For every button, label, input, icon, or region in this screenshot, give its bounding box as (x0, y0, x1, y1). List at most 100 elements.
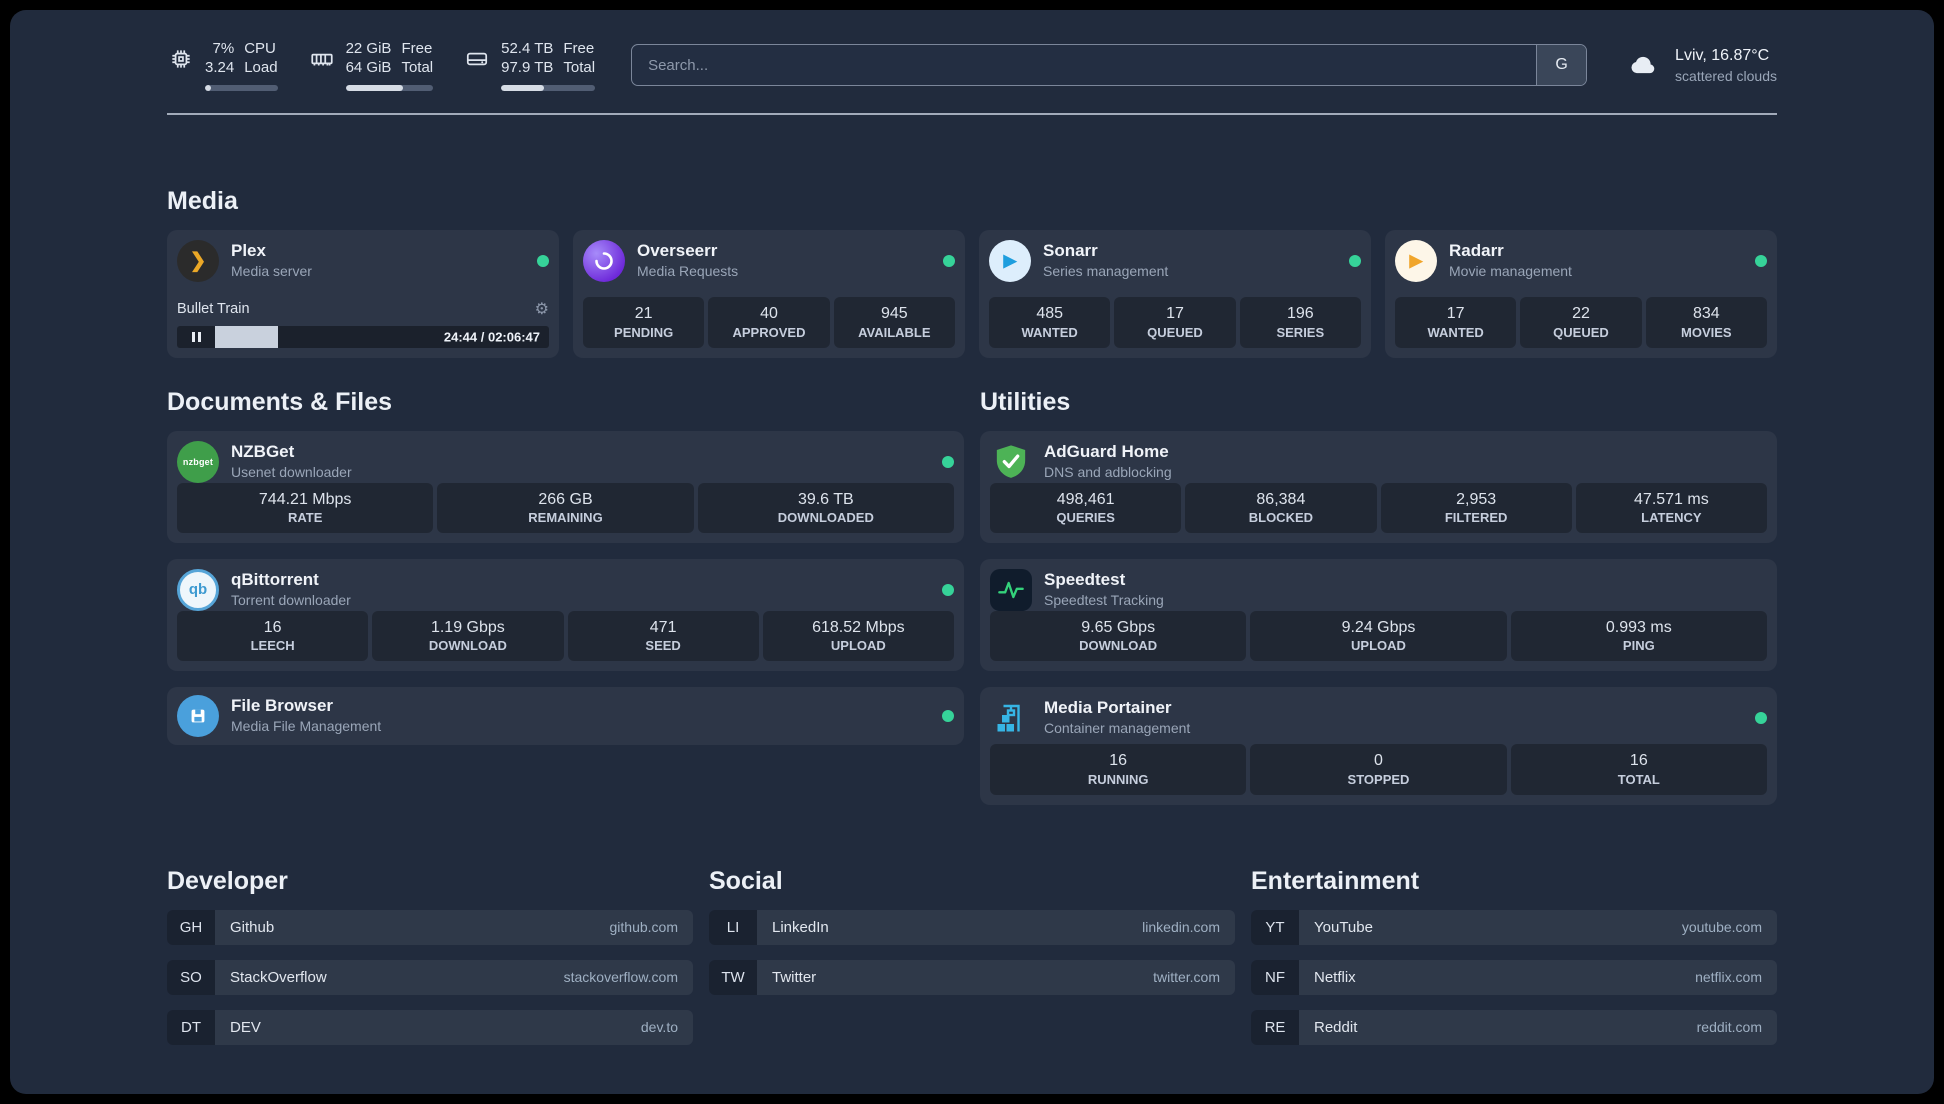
weather-widget[interactable]: Lviv, 16.87°C scattered clouds (1623, 46, 1777, 85)
disk-progress-fill (501, 84, 545, 91)
bookmark-url: twitter.com (1153, 969, 1220, 985)
disk-free-label: Free (563, 40, 595, 57)
speedtest-icon (990, 568, 1032, 611)
stat-downloaded: 39.6 TB DOWNLOADED (697, 482, 954, 534)
cpu-widget: 7% 3.24 CPU Load (167, 40, 278, 91)
section-title-documents: Documents & Files (167, 387, 393, 416)
bookmark-url: stackoverflow.com (563, 969, 678, 985)
search-bar: G (631, 44, 1588, 87)
topbar: 7% 3.24 CPU Load 22 GiB 64 GiB Free Tota… (167, 40, 1777, 91)
bookmark-url: reddit.com (1696, 1019, 1762, 1035)
service-subtitle: Torrent downloader (231, 592, 351, 609)
disk-icon (463, 45, 491, 73)
bookmark-name: DEV (230, 1018, 261, 1036)
stat-movies: 834 MOVIES (1645, 296, 1767, 348)
bookmark-url: github.com (609, 919, 678, 935)
search-input[interactable] (632, 45, 1537, 86)
service-subtitle: Media Requests (637, 263, 739, 280)
stat-queued: 22 QUEUED (1520, 296, 1642, 348)
service-card-adguard[interactable]: AdGuard Home DNS and adblocking 498,461 Q… (980, 430, 1777, 543)
bookmark-reddit[interactable]: RE Reddit reddit.com (1251, 1009, 1777, 1045)
status-dot (942, 455, 954, 468)
section-title-entertainment: Entertainment (1251, 866, 1420, 895)
memory-free-label: Free (401, 40, 433, 57)
bookmark-linkedin[interactable]: LI LinkedIn linkedin.com (709, 909, 1235, 945)
stat-leech: 16 LEECH (177, 610, 369, 662)
bookmark-dev[interactable]: DT DEV dev.to (167, 1009, 693, 1045)
service-card-filebrowser[interactable]: File Browser Media File Management (167, 686, 964, 745)
service-card-qbittorrent[interactable]: qb qBittorrent Torrent downloader 16 LEEC… (167, 558, 964, 671)
bookmark-name: Netflix (1314, 968, 1356, 986)
topbar-divider (167, 112, 1777, 115)
memory-progress-track (345, 84, 434, 91)
bookmark-name: Reddit (1314, 1018, 1358, 1036)
stat-pending: 21 PENDING (583, 296, 705, 348)
service-card-plex[interactable]: ❯ Plex Media server Bullet Train ⚙ 24:44… (167, 229, 559, 358)
section-title-social: Social (709, 866, 783, 895)
service-card-overseerr[interactable]: Overseerr Media Requests 21 PENDING 40 APP… (573, 229, 965, 358)
section-utilities: Utilities AdGuard Home DNS and adblockin… (980, 388, 1777, 805)
stat-ping: 0.993 ms PING (1510, 610, 1767, 662)
bookmark-twitter[interactable]: TW Twitter twitter.com (709, 959, 1235, 995)
stat-queries: 498,461 QUERIES (990, 482, 1182, 534)
disk-widget: 52.4 TB 97.9 TB Free Total (463, 40, 596, 91)
stat-wanted: 485 WANTED (989, 296, 1111, 348)
stat-wanted: 17 WANTED (1395, 296, 1517, 348)
service-card-nzbget[interactable]: nzbget NZBGet Usenet downloader 744.21 M… (167, 430, 964, 543)
stat-stopped: 0 STOPPED (1250, 743, 1507, 795)
service-card-radarr[interactable]: ▶ Radarr Movie management 17 WANTED 22 QUE… (1385, 229, 1777, 358)
bookmark-stackoverflow[interactable]: SO StackOverflow stackoverflow.com (167, 959, 693, 995)
qbittorrent-icon: qb (177, 568, 219, 611)
service-name: NZBGet (231, 442, 295, 462)
stat-total: 16 TOTAL (1510, 743, 1767, 795)
section-title-developer: Developer (167, 866, 288, 895)
service-card-portainer[interactable]: Media Portainer Container management 16 R… (980, 686, 1777, 805)
stat-blocked: 86,384 BLOCKED (1185, 482, 1377, 534)
pause-button[interactable] (177, 325, 215, 348)
section-title-media: Media (167, 186, 238, 215)
stat-approved: 40 APPROVED (708, 296, 830, 348)
radarr-icon: ▶ (1395, 239, 1437, 282)
bookmark-abbr: SO (167, 959, 215, 995)
search-provider-button[interactable]: G (1536, 45, 1587, 86)
service-name: Radarr (1449, 241, 1504, 261)
cpu-percent: 7% (212, 40, 235, 57)
service-subtitle: Media File Management (231, 718, 382, 735)
status-dot (537, 254, 549, 267)
portainer-icon (990, 697, 1032, 739)
cpu-icon (167, 45, 195, 73)
weather-location: Lviv, 16.87°C (1675, 46, 1770, 64)
stat-series: 196 SERIES (1239, 296, 1361, 348)
bookmark-abbr: TW (709, 959, 757, 995)
stat-upload: 9.24 Gbps UPLOAD (1250, 610, 1507, 662)
memory-widget: 22 GiB 64 GiB Free Total (308, 40, 434, 91)
playback-time: 24:44 / 02:06:47 (443, 329, 540, 344)
bookmark-youtube[interactable]: YT YouTube youtube.com (1251, 909, 1777, 945)
sonarr-icon: ▶ (989, 239, 1031, 282)
disk-progress-track (501, 84, 596, 91)
service-subtitle: Series management (1043, 263, 1169, 280)
bookmark-github[interactable]: GH Github github.com (167, 909, 693, 945)
stat-download: 9.65 Gbps DOWNLOAD (990, 610, 1247, 662)
bookmark-url: youtube.com (1681, 919, 1762, 935)
stat-available: 945 AVAILABLE (833, 296, 955, 348)
bookmark-netflix[interactable]: NF Netflix netflix.com (1251, 959, 1777, 995)
bookmark-name: Github (230, 918, 275, 936)
bookmark-name: Twitter (772, 968, 817, 986)
bookmark-name: StackOverflow (230, 968, 327, 986)
now-playing-title: Bullet Train (177, 300, 250, 317)
dashboard: 7% 3.24 CPU Load 22 GiB 64 GiB Free Tota… (10, 10, 1934, 1094)
playback-progress-fill (215, 325, 279, 348)
bookmark-group-social: Social LI LinkedIn linkedin.com TW Twitt… (709, 867, 1235, 1060)
section-title-utilities: Utilities (980, 387, 1071, 416)
playback-progress-track[interactable]: 24:44 / 02:06:47 (215, 325, 549, 348)
service-name: File Browser (231, 696, 334, 716)
status-dot (943, 254, 955, 267)
plex-icon: ❯ (177, 239, 219, 282)
service-card-speedtest[interactable]: Speedtest Speedtest Tracking 9.65 Gbps DO… (980, 558, 1777, 671)
bookmark-abbr: LI (709, 909, 757, 945)
status-dot (1755, 711, 1767, 724)
bookmark-abbr: NF (1251, 959, 1299, 995)
service-card-sonarr[interactable]: ▶ Sonarr Series management 485 WANTED 17 Q… (979, 229, 1371, 358)
gear-icon[interactable]: ⚙ (535, 299, 549, 319)
